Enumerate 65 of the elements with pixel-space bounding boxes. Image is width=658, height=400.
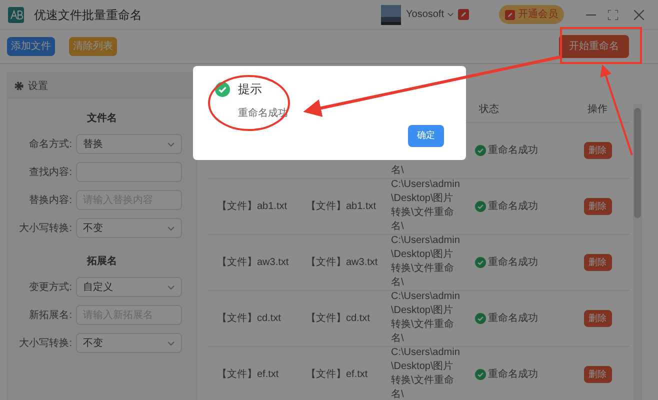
table-cell: 【文件】ef.txt	[217, 368, 279, 382]
success-icon	[475, 313, 486, 324]
table-cell: 【文件】ef.txt	[306, 368, 368, 382]
chevron-down-icon	[167, 284, 175, 290]
table-cell: 【文件】cd.txt	[306, 312, 370, 326]
start-rename-button[interactable]: 开始重命名	[559, 35, 629, 58]
chevron-down-icon	[167, 142, 175, 146]
section-heading: 文件名	[86, 112, 118, 126]
success-icon	[475, 201, 486, 212]
select-field[interactable]: 自定义	[76, 277, 182, 297]
field-label: 新拓展名:	[28, 308, 72, 322]
table-cell-text: C:\Users\admin\Desktop\图片转换\文件重命名\	[391, 179, 461, 234]
panel-title: 设置	[28, 80, 48, 94]
success-icon	[475, 369, 486, 380]
table-cell-text: 重命名成功	[488, 312, 538, 326]
delete-button[interactable]: 删除	[584, 310, 612, 328]
chevron-down-icon	[167, 226, 175, 230]
settings-icon	[14, 81, 24, 91]
vip-button[interactable]: 开通会员	[499, 5, 564, 24]
user-name[interactable]: Yososoft	[406, 7, 444, 22]
delete-button[interactable]: 删除	[584, 254, 612, 272]
table-cell-text: 名\	[391, 164, 405, 178]
field-label: 变更方式:	[28, 280, 72, 294]
delete-button[interactable]: 删除	[584, 198, 612, 216]
table-cell-text: 重命名成功	[488, 368, 538, 382]
table-cell-text: 重命名成功	[488, 256, 538, 270]
select-field[interactable]: 替换	[76, 134, 182, 154]
table-cell: 【文件】ab1.txt	[306, 200, 376, 214]
table-cell-text: C:\Users\admin\Desktop\图片转换\文件重命名\	[391, 235, 461, 290]
success-icon	[475, 257, 486, 268]
app-logo-icon	[8, 6, 24, 22]
column-header: 状态	[478, 102, 500, 117]
table-cell: 【文件】cd.txt	[217, 312, 281, 326]
table-cell-text: C:\Users\admin\Desktop\图片转换\文件重命名\	[391, 291, 461, 346]
table-cell-text: 重命名成功	[488, 144, 538, 158]
delete-button[interactable]: 删除	[584, 142, 612, 160]
table-cell-text: C:\Users\admin\Desktop\图片转换\文件重命名\	[391, 347, 461, 400]
table-cell: 【文件】aw3.txt	[217, 256, 289, 270]
field-label: 大小写转换:	[18, 336, 72, 350]
section-heading: 拓展名	[86, 254, 118, 269]
field-label: 命名方式:	[28, 138, 72, 152]
toolbar-button[interactable]: 添加文件	[7, 37, 55, 56]
success-icon	[215, 82, 230, 96]
chevron-down-icon	[167, 340, 175, 346]
delete-button[interactable]: 删除	[584, 366, 612, 384]
select-field[interactable]: 不变	[76, 333, 182, 353]
toolbar-button[interactable]: 清除列表	[69, 37, 117, 56]
chevron-down-icon[interactable]	[447, 12, 454, 17]
field-label: 查找内容:	[28, 166, 72, 180]
field-label: 大小写转换:	[18, 222, 72, 236]
window-title: 优速文件批量重命名	[34, 6, 142, 24]
maximize-icon[interactable]	[608, 10, 618, 20]
select-field[interactable]: 不变	[76, 218, 182, 238]
table-cell: 【文件】ab1.txt	[217, 200, 288, 214]
close-icon[interactable]	[634, 10, 644, 20]
field-label: 替换内容:	[28, 194, 72, 208]
success-icon	[475, 145, 486, 156]
edit-icon[interactable]	[458, 9, 469, 20]
scrollbar[interactable]	[633, 104, 642, 400]
edit-icon	[505, 10, 515, 20]
table-cell-text: 重命名成功	[488, 200, 538, 214]
dialog-title: 提示	[238, 81, 262, 98]
table-cell: 【文件】aw3.txt	[306, 256, 378, 270]
column-header: 操作	[586, 103, 608, 117]
confirm-button[interactable]: 确定	[408, 125, 444, 146]
